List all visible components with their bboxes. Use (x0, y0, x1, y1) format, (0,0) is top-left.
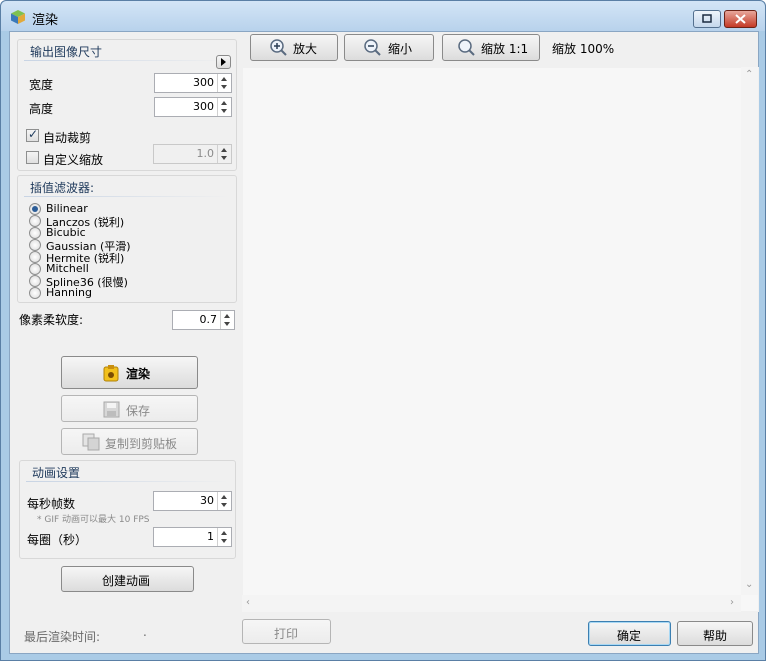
print-button[interactable]: 打印 (242, 619, 331, 644)
filter-radio-lanczos[interactable] (29, 215, 41, 227)
spin-arrows-icon[interactable] (217, 528, 231, 546)
copy-label: 复制到剪贴板 (105, 437, 178, 451)
create-animation-button[interactable]: 创建动画 (61, 566, 194, 592)
auto-crop-label: 自动裁剪 (43, 131, 92, 145)
ok-button[interactable]: 确定 (588, 621, 671, 646)
save-label: 保存 (126, 404, 151, 418)
render-window: 渲染 输出图像尺寸 宽度 300 高度 300 ✓ 自动裁剪 自定义缩放 1.0… (0, 0, 766, 661)
zoom-out-label: 缩小 (388, 42, 413, 56)
auto-crop-checkbox[interactable]: ✓ (26, 127, 39, 142)
help-label: 帮助 (703, 629, 728, 643)
close-button[interactable] (724, 10, 757, 28)
restore-icon (702, 14, 712, 23)
scroll-left-icon[interactable]: ‹ (246, 597, 250, 608)
scroll-up-icon[interactable]: ⌃ (745, 69, 753, 80)
scroll-down-icon[interactable]: ⌄ (745, 579, 753, 590)
filter-radio-mitchell[interactable] (29, 263, 41, 275)
filter-radio-bilinear[interactable] (29, 203, 41, 215)
custom-scale-stepper[interactable]: 1.0 (153, 144, 232, 164)
softness-label: 像素柔软度: (19, 313, 84, 327)
play-arrow-icon (221, 58, 226, 66)
filter-title: 插值滤波器: (30, 181, 95, 195)
output-size-title: 输出图像尺寸 (30, 45, 103, 59)
zoom-in-label: 放大 (293, 42, 318, 56)
filter-radio-bicubic[interactable] (29, 227, 41, 239)
spin-arrows-icon[interactable] (220, 311, 234, 329)
copy-to-clipboard-button[interactable]: 复制到剪贴板 (61, 428, 198, 455)
zoom-in-button[interactable]: 放大 (250, 34, 338, 61)
fps-hint: * GIF 动画可以最大 10 FPS (37, 515, 150, 525)
custom-scale-label: 自定义缩放 (43, 153, 104, 167)
fps-stepper[interactable]: 30 (153, 491, 232, 511)
width-stepper[interactable]: 300 (154, 73, 232, 93)
loop-label: 每圈（秒） (27, 533, 88, 547)
zoom-reset-button[interactable]: 缩放 1:1 (442, 34, 540, 61)
cube-icon (11, 10, 25, 24)
zoom-in-icon (270, 39, 287, 56)
loop-stepper[interactable]: 1 (153, 527, 232, 547)
zoom-reset-label: 缩放 1:1 (481, 42, 529, 56)
zoom-out-icon (364, 39, 381, 56)
floppy-disk-icon (103, 401, 120, 418)
last-render-value: . (143, 625, 147, 639)
height-label: 高度 (29, 102, 54, 116)
filter-radio-hermite[interactable] (29, 251, 41, 263)
window-title: 渲染 (32, 13, 59, 28)
spin-arrows-icon[interactable] (217, 74, 231, 92)
spin-arrows-icon[interactable] (217, 98, 231, 116)
spin-arrows-icon[interactable] (217, 145, 231, 163)
spin-arrows-icon[interactable] (217, 492, 231, 510)
custom-scale-checkbox[interactable] (26, 151, 39, 164)
height-stepper[interactable]: 300 (154, 97, 232, 117)
filter-radio-hanning[interactable] (29, 287, 41, 299)
filter-radio-spline36[interactable] (29, 275, 41, 287)
filter-option-label: Hanning (46, 286, 92, 299)
copy-icon (82, 433, 100, 451)
save-button[interactable]: 保存 (61, 395, 198, 422)
close-icon (735, 14, 746, 24)
print-label: 打印 (274, 627, 299, 641)
scroll-right-icon[interactable]: › (730, 597, 734, 608)
softness-stepper[interactable]: 0.7 (172, 310, 235, 330)
checkmark-icon: ✓ (28, 127, 39, 141)
animation-title: 动画设置 (32, 466, 81, 480)
zoom-out-button[interactable]: 缩小 (344, 34, 434, 61)
create-animation-label: 创建动画 (102, 574, 151, 588)
restore-button[interactable] (693, 10, 721, 28)
zoom-status: 缩放 100% (552, 42, 615, 56)
render-icon (103, 365, 119, 382)
render-button[interactable]: 渲染 (61, 356, 198, 389)
preview-canvas[interactable] (242, 67, 759, 612)
horizontal-scrollbar[interactable]: ‹ › (242, 595, 741, 612)
ok-label: 确定 (617, 629, 642, 643)
vertical-scrollbar[interactable]: ⌃ ⌄ (741, 67, 758, 595)
fps-label: 每秒帧数 (27, 497, 76, 511)
help-button[interactable]: 帮助 (677, 621, 753, 646)
magnifier-icon (458, 39, 475, 56)
last-render-label: 最后渲染时间: (24, 630, 101, 644)
expand-arrow-button[interactable] (216, 55, 231, 69)
render-label: 渲染 (126, 367, 151, 381)
width-label: 宽度 (29, 78, 54, 92)
title-bar: 渲染 (1, 1, 765, 31)
filter-radio-gaussian[interactable] (29, 239, 41, 251)
